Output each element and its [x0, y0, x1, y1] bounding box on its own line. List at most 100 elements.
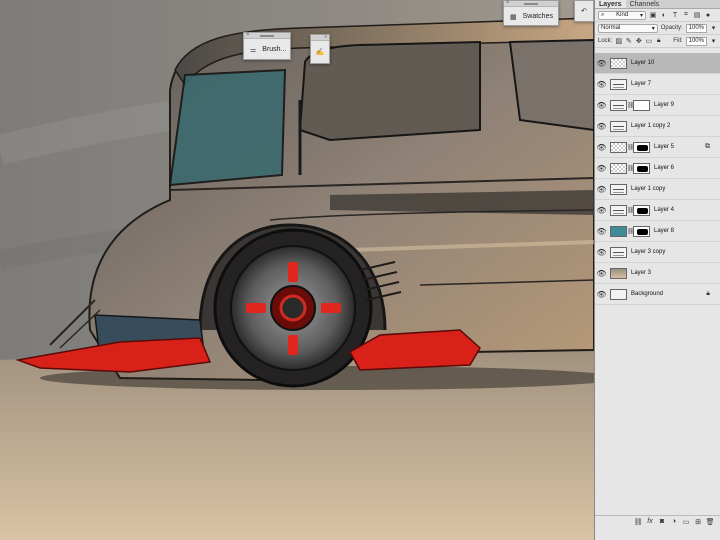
layer-thumbnail[interactable] [610, 57, 627, 69]
visibility-eye-icon[interactable]: 👁︎ [595, 101, 608, 110]
layer-thumbnail[interactable] [610, 141, 627, 153]
visibility-eye-icon[interactable]: 👁︎ [595, 227, 608, 236]
lock-all-icon[interactable]: 🔒︎ [655, 37, 662, 45]
lock-position-icon[interactable]: ✥ [635, 37, 642, 45]
lock-artboard-icon[interactable]: ▭ [645, 37, 652, 45]
layers-bottom-bar: ⛓ fx ◙ ◑ ▭ ⊞ 🗑︎ [595, 515, 720, 527]
layer-thumbnail[interactable] [610, 78, 627, 90]
layer-thumbnail[interactable] [610, 267, 627, 279]
layer-row[interactable]: 👁︎ Layer 10 [595, 53, 720, 74]
lock-pixels-icon[interactable]: ✎ [625, 37, 632, 45]
panel-grip[interactable]: » [311, 34, 329, 41]
layer-name[interactable]: Layer 9 [654, 102, 674, 108]
filter-type-icon[interactable]: T [671, 11, 679, 19]
layer-mask-thumbnail[interactable] [633, 99, 650, 111]
layer-name[interactable]: Layer 6 [654, 165, 674, 171]
layer-mask-thumbnail[interactable] [633, 162, 650, 174]
layer-thumbnail[interactable] [610, 162, 627, 174]
chevron-down-icon: ▾ [651, 25, 655, 32]
layer-row[interactable]: 👁︎ Layer 1 copy 2 [595, 116, 720, 137]
filter-shape-icon[interactable]: ⌗ [682, 11, 690, 19]
car-sketch-artwork [0, 0, 594, 540]
filter-kind-select[interactable]: ⌕ Kind ▾ [598, 10, 646, 20]
visibility-eye-icon[interactable]: 👁︎ [595, 248, 608, 257]
opacity-input[interactable]: 100% [685, 23, 708, 33]
swatches-button[interactable]: ▦ Swatches [504, 7, 558, 26]
layer-name[interactable]: Layer 5 [654, 144, 674, 150]
link-layers-icon[interactable]: ⛓ [634, 518, 643, 526]
filter-toggle-icon[interactable]: ● [704, 11, 712, 19]
layer-thumbnail[interactable] [610, 183, 627, 195]
layer-thumbnail[interactable] [610, 225, 627, 237]
layer-name[interactable]: Layer 1 copy 2 [631, 123, 670, 129]
smart-link-icon: ⧉ [705, 143, 710, 150]
chevron-down-icon[interactable]: ▾ [710, 24, 717, 32]
brush-panel[interactable]: × ⚌ Brush... [243, 32, 291, 60]
visibility-eye-icon[interactable]: 👁︎ [595, 143, 608, 152]
layer-row[interactable]: 👁︎ Layer 7 [595, 74, 720, 95]
layer-row[interactable]: 👁︎ Background 🔒︎ [595, 284, 720, 305]
layer-mask-thumbnail[interactable] [633, 141, 650, 153]
document-canvas[interactable] [0, 0, 594, 540]
filter-adjustment-icon[interactable]: ◐ [660, 11, 668, 19]
layer-name[interactable]: Layer 3 [631, 270, 651, 276]
clone-source-button[interactable]: ✍ [311, 41, 329, 63]
layer-thumbnail[interactable] [610, 246, 627, 258]
layer-name[interactable]: Background [631, 291, 663, 297]
layer-thumbnail[interactable] [610, 288, 627, 300]
layer-name[interactable]: Layer 7 [631, 81, 651, 87]
tab-layers[interactable]: Layers [595, 0, 626, 8]
visibility-eye-icon[interactable]: 👁︎ [595, 80, 608, 89]
history-panel[interactable]: ↶ [574, 0, 594, 22]
layer-row[interactable]: 👁︎ Layer 1 copy [595, 179, 720, 200]
visibility-eye-icon[interactable]: 👁︎ [595, 290, 608, 299]
layer-row[interactable]: 👁︎ Layer 3 [595, 263, 720, 284]
layer-thumbnail[interactable] [610, 120, 627, 132]
history-button[interactable]: ↶ [575, 1, 593, 21]
tab-channels[interactable]: Channels [626, 0, 664, 8]
visibility-eye-icon[interactable]: 👁︎ [595, 164, 608, 173]
layer-row[interactable]: 👁︎ ⛓ Layer 8 [595, 221, 720, 242]
layer-name[interactable]: Layer 1 copy [631, 186, 665, 192]
visibility-eye-icon[interactable]: 👁︎ [595, 59, 608, 68]
layer-row[interactable]: 👁︎ ⛓ Layer 4 [595, 200, 720, 221]
visibility-eye-icon[interactable]: 👁︎ [595, 269, 608, 278]
blend-mode-value: Normal [601, 25, 621, 31]
layers-panel[interactable]: Layers Channels ⌕ Kind ▾ ▣ ◐ T ⌗ ▤ ● Nor… [594, 0, 720, 540]
lock-transparency-icon[interactable]: ▨ [615, 37, 623, 45]
layer-name[interactable]: Layer 10 [631, 60, 654, 66]
search-icon: ⌕ [601, 11, 605, 18]
fill-input[interactable]: 100% [685, 36, 707, 46]
layer-mask-thumbnail[interactable] [633, 225, 650, 237]
layer-name[interactable]: Layer 4 [654, 207, 674, 213]
visibility-eye-icon[interactable]: 👁︎ [595, 122, 608, 131]
swatches-panel[interactable]: × ▦ Swatches [503, 0, 559, 26]
trash-icon[interactable]: 🗑︎ [706, 518, 715, 526]
new-layer-icon[interactable]: ⊞ [694, 518, 702, 526]
layer-mask-thumbnail[interactable] [633, 204, 650, 216]
layer-row[interactable]: 👁︎ Layer 3 copy [595, 242, 720, 263]
layer-row[interactable]: 👁︎ ⛓ Layer 6 [595, 158, 720, 179]
fx-icon[interactable]: fx [646, 518, 654, 526]
filter-smart-object-icon[interactable]: ▤ [693, 11, 701, 19]
new-group-folder-icon[interactable]: ▭ [682, 518, 690, 526]
visibility-eye-icon[interactable]: 👁︎ [595, 206, 608, 215]
layer-name[interactable]: Layer 8 [654, 228, 674, 234]
brush-tool-panel[interactable]: » ✍ [310, 34, 330, 64]
add-mask-icon[interactable]: ◙ [658, 518, 666, 526]
panel-grip[interactable]: × [504, 0, 558, 7]
chevron-down-icon[interactable]: ▾ [710, 37, 717, 45]
brush-settings-button[interactable]: ⚌ Brush... [244, 39, 290, 60]
layer-row[interactable]: 👁︎ ⛓ Layer 9 [595, 95, 720, 116]
layer-filter-row: ⌕ Kind ▾ ▣ ◐ T ⌗ ▤ ● [595, 9, 720, 22]
lock-fill-row: Lock: ▨ ✎ ✥ ▭ 🔒︎ Fill: 100% ▾ [595, 35, 720, 48]
filter-pixel-icon[interactable]: ▣ [649, 11, 657, 19]
adjustment-layer-icon[interactable]: ◑ [670, 518, 678, 526]
layer-thumbnail[interactable] [610, 99, 627, 111]
blend-mode-select[interactable]: Normal ▾ [598, 23, 658, 33]
visibility-eye-icon[interactable]: 👁︎ [595, 185, 608, 194]
layer-row[interactable]: 👁︎ ⛓ Layer 5 ⧉ [595, 137, 720, 158]
layer-name[interactable]: Layer 3 copy [631, 249, 665, 255]
panel-grip[interactable]: × [244, 32, 290, 39]
layer-thumbnail[interactable] [610, 204, 627, 216]
